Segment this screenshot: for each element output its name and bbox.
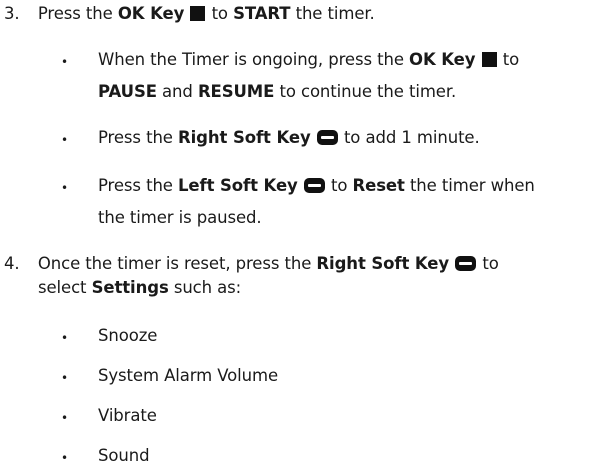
soft-key-rounded-icon [303,178,325,193]
ok-key-square-icon [481,52,497,67]
bullet-pause-line-2: PAUSE and RESUME to continue the timer. [98,82,457,101]
bullet-reset-line-1: Press the Left Soft Key to Reset the tim… [98,176,535,195]
settings-item-snooze: Snooze [98,326,158,345]
bullet-dot: • [61,55,68,69]
step-number: 4. [4,254,20,273]
ok-key-square-icon [190,6,206,21]
ok-key-label: OK Key [117,4,185,23]
settings-item-system-alarm-volume: System Alarm Volume [98,366,279,385]
bullet-dot: • [61,451,68,465]
bullet-reset-line-2: the timer is paused. [98,208,262,227]
bullet-dot: • [61,331,68,345]
step-4-line-2: select Settings such as: [38,278,242,297]
step-4-line-1: 4. Once the timer is reset, press the Ri… [4,254,499,273]
right-soft-key-label: Right Soft Key [178,128,311,147]
step-number: 3. [4,4,20,23]
ok-key-label: OK Key [409,50,476,69]
bullet-dot: • [61,181,68,195]
bullet-add-minute: Press the Right Soft Key to add 1 minute… [98,128,480,147]
settings-item-vibrate: Vibrate [98,406,157,425]
right-soft-key-label: Right Soft Key [316,254,450,273]
bullet-dot: • [61,371,68,385]
step-3-line: 3. Press the OK Key to START the timer. [4,4,375,23]
settings-item-sound: Sound [98,446,150,465]
bullet-dot: • [61,133,68,147]
soft-key-rounded-icon [455,256,477,271]
soft-key-rounded-icon [316,130,338,145]
left-soft-key-label: Left Soft Key [178,176,298,195]
bullet-dot: • [61,411,68,425]
bullet-pause-line-1: When the Timer is ongoing, press the OK … [98,50,520,69]
